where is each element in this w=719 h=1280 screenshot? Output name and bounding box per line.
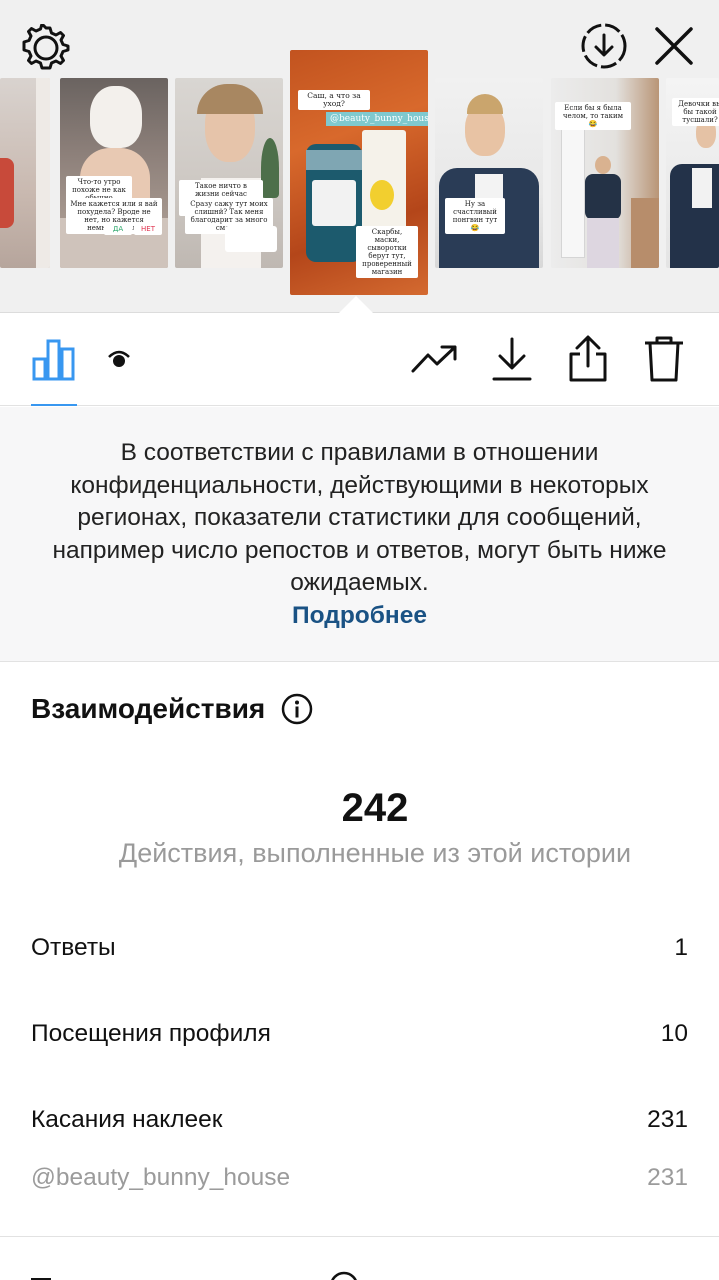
circle-download-icon xyxy=(581,23,627,69)
metric-label: Касания наклеек xyxy=(31,1106,223,1133)
privacy-notice: В соответствии с правилами в отношении к… xyxy=(0,407,719,662)
metric-label: Ответы xyxy=(31,934,116,961)
share-icon xyxy=(569,335,607,382)
story-caption: Девочки вы бы такой тусшали? xyxy=(672,98,719,126)
learn-more-link[interactable]: Подробнее xyxy=(50,600,669,633)
story-thumbnail[interactable]: Если бы я была челом, то таким 😂 xyxy=(551,78,659,268)
story-caption: Скарбы, маски, сыворотки берут тут, пров… xyxy=(356,226,418,278)
download-icon xyxy=(492,337,532,381)
promote-button[interactable] xyxy=(410,334,460,384)
save-story-button[interactable] xyxy=(578,20,630,72)
share-button[interactable] xyxy=(563,334,613,384)
story-thumbnail[interactable]: Такое ничто в жизни сейчас грусть, давай… xyxy=(175,78,283,268)
tab-insights[interactable] xyxy=(29,334,79,384)
metric-row-profile-visits: Посещения профиля 10 xyxy=(31,1020,688,1048)
story-mention-sticker: @beauty_bunny_house xyxy=(326,112,428,126)
story-actions-toolbar xyxy=(0,314,719,406)
metric-subrow-mention: @beauty_bunny_house 231 xyxy=(31,1164,688,1192)
total-interactions-label: Действия, выполненные из этой истории xyxy=(118,838,632,868)
metric-value: 10 xyxy=(660,1020,688,1047)
metric-label: Посещения профиля xyxy=(31,1020,271,1047)
bar-chart-icon xyxy=(32,339,75,381)
story-thumbnail[interactable]: Девочки вы бы такой тусшали? xyxy=(666,78,719,268)
metric-value: 231 xyxy=(647,1164,688,1191)
delete-button[interactable] xyxy=(639,334,689,384)
info-icon[interactable] xyxy=(281,693,313,725)
section-title-text: Взаимодействия xyxy=(31,693,266,724)
story-strip: Что-то утро похоже не как обычно Мне каж… xyxy=(0,0,719,314)
save-button[interactable] xyxy=(487,334,537,384)
section-divider xyxy=(0,1236,719,1237)
total-interactions-value: 242 xyxy=(341,786,409,830)
interactions-section-title: Взаимодействия xyxy=(31,693,313,725)
next-section-title-clipped xyxy=(31,1271,357,1280)
eye-icon xyxy=(108,350,130,367)
close-icon xyxy=(655,27,693,65)
story-thumbnail[interactable]: Что-то утро похоже не как обычно Мне каж… xyxy=(60,78,168,268)
metric-value: 1 xyxy=(674,934,688,961)
story-poll-option: НЕТ xyxy=(134,223,162,235)
story-thumbnail-selected[interactable]: Саш, а что за уход? @beauty_bunny_house … xyxy=(290,50,428,295)
trash-icon xyxy=(645,336,683,382)
active-tab-indicator xyxy=(31,404,77,406)
close-button[interactable] xyxy=(648,20,700,72)
selected-story-pointer xyxy=(338,296,374,314)
story-poll-option: ДА xyxy=(104,223,132,235)
metric-row-sticker-taps: Касания наклеек 231 xyxy=(31,1106,688,1134)
story-caption: Саш, а что за уход? xyxy=(298,90,370,110)
trending-up-icon xyxy=(411,345,457,373)
story-caption: Если бы я была челом, то таким 😂 xyxy=(555,102,631,130)
metric-label: @beauty_bunny_house xyxy=(31,1164,291,1191)
tab-viewers[interactable] xyxy=(94,334,144,384)
story-thumbnail[interactable] xyxy=(0,78,50,268)
metric-value: 231 xyxy=(647,1106,688,1133)
story-caption: Ну за счастливый понгвин тут 😂 xyxy=(445,198,505,234)
settings-button[interactable] xyxy=(20,22,72,74)
privacy-notice-text: В соответствии с правилами в отношении к… xyxy=(52,439,667,596)
gear-icon xyxy=(22,24,70,70)
story-thumbnail[interactable]: Ну за счастливый понгвин тут 😂 xyxy=(435,78,543,268)
metric-row-replies: Ответы 1 xyxy=(31,934,688,962)
